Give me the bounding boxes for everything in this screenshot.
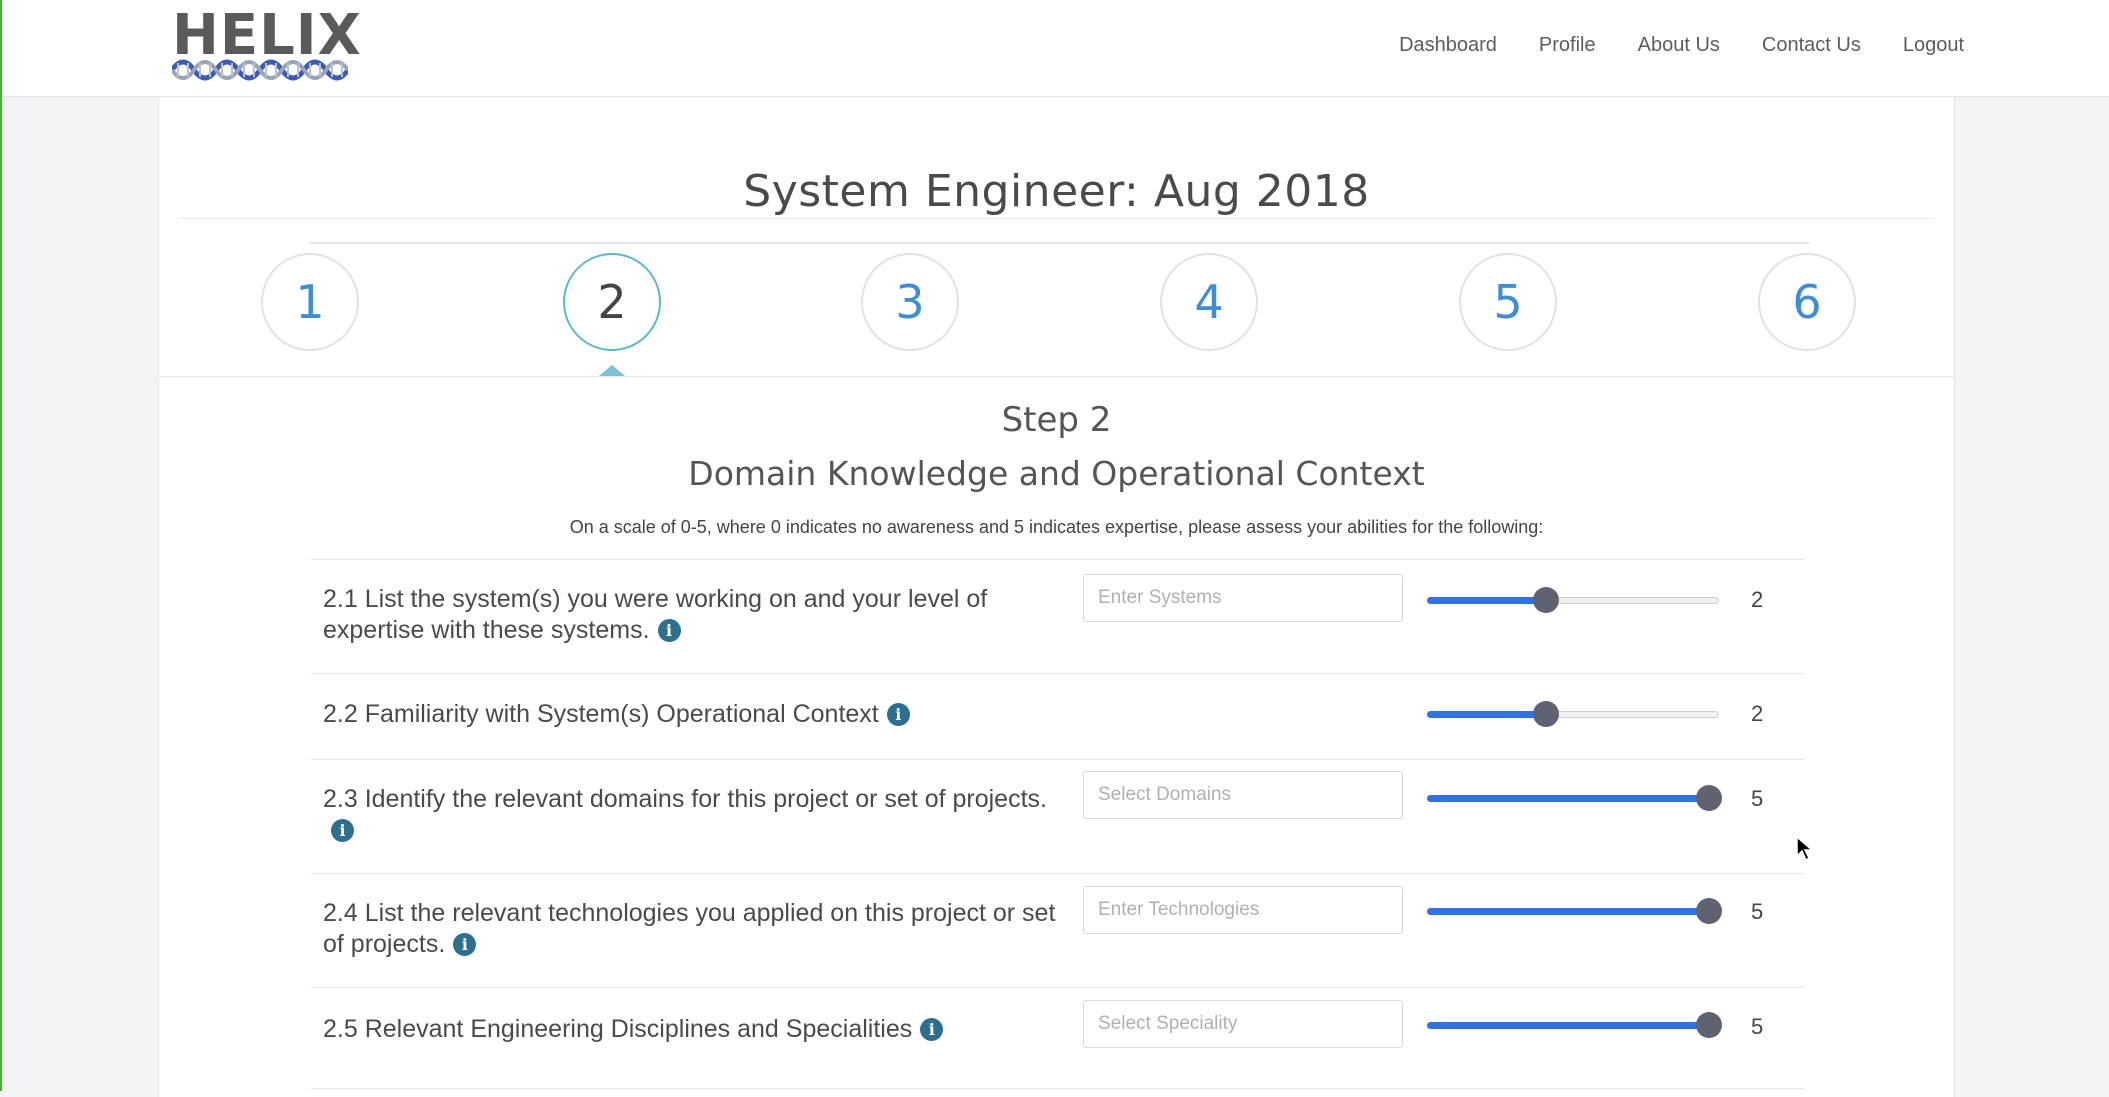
- systems-input[interactable]: [1083, 574, 1403, 622]
- question-text: 2.4 List the relevant technologies you a…: [323, 898, 1063, 960]
- active-step-indicator: [599, 365, 625, 376]
- nav-dashboard[interactable]: Dashboard: [1399, 34, 1497, 57]
- question-row: 2.1 List the system(s) you were working …: [311, 559, 1804, 673]
- question-label: 2.5 Relevant Engineering Disciplines and…: [323, 1015, 913, 1043]
- info-icon[interactable]: i: [886, 703, 910, 726]
- step-5-button[interactable]: 5: [1459, 253, 1557, 351]
- familiarity-slider[interactable]: [1427, 699, 1719, 729]
- nav-logout[interactable]: Logout: [1903, 34, 1964, 57]
- step-instructions: On a scale of 0-5, where 0 indicates no …: [569, 517, 1544, 537]
- nav-about-us[interactable]: About Us: [1638, 34, 1720, 57]
- step-3-button[interactable]: 3: [861, 253, 959, 351]
- speciality-slider[interactable]: [1427, 1010, 1722, 1040]
- slider-fill: [1427, 711, 1546, 718]
- slider-handle[interactable]: [1532, 587, 1559, 613]
- dna-helix-icon: [172, 59, 348, 81]
- slider-fill: [1427, 597, 1546, 604]
- technologies-slider[interactable]: [1427, 896, 1722, 926]
- nav-contact-us[interactable]: Contact Us: [1762, 34, 1861, 57]
- slider-handle[interactable]: [1532, 701, 1559, 727]
- question-row: 2.3 Identify the relevant domains for th…: [311, 759, 1804, 873]
- step-2-button[interactable]: 2: [563, 253, 661, 351]
- speciality-select[interactable]: [1083, 1000, 1403, 1048]
- slider-value: 2: [1751, 701, 1764, 726]
- page-title: System Engineer: Aug 2018: [743, 166, 1370, 218]
- helix-logo[interactable]: HELIX: [172, 8, 361, 88]
- step-6-button[interactable]: 6: [1758, 253, 1856, 351]
- question-text: 2.3 Identify the relevant domains for th…: [323, 784, 1063, 846]
- stepper-connector: [309, 242, 1809, 244]
- slider-value: 5: [1751, 1014, 1764, 1039]
- slider-fill: [1427, 908, 1709, 915]
- slider-fill: [1427, 1022, 1709, 1029]
- expertise-slider[interactable]: [1427, 585, 1719, 615]
- domains-select[interactable]: [1083, 771, 1403, 819]
- slider-value: 5: [1751, 899, 1764, 924]
- domains-slider[interactable]: [1427, 783, 1722, 813]
- question-row: 2.5 Relevant Engineering Disciplines and…: [311, 987, 1804, 1089]
- divider: [159, 376, 1954, 377]
- info-icon[interactable]: i: [453, 933, 477, 956]
- slider-fill: [1427, 795, 1709, 802]
- main-nav: Dashboard Profile About Us Contact Us Lo…: [1399, 34, 1964, 57]
- slider-value: 2: [1751, 587, 1764, 612]
- info-icon[interactable]: i: [331, 819, 354, 842]
- step-subtitle: Domain Knowledge and Operational Context: [688, 454, 1425, 493]
- question-row: 2.4 List the relevant technologies you a…: [311, 873, 1804, 987]
- slider-handle[interactable]: [1696, 785, 1722, 811]
- top-navbar: HELIX Dashboard Profile About Us Contact…: [2, 0, 2109, 97]
- question-label: 2.2 Familiarity with System(s) Operation…: [323, 700, 879, 728]
- slider-value: 5: [1751, 786, 1764, 811]
- slider-handle[interactable]: [1696, 1012, 1722, 1038]
- question-text: 2.2 Familiarity with System(s) Operation…: [323, 699, 1063, 730]
- question-label: 2.4 List the relevant technologies you a…: [323, 899, 1056, 958]
- divider: [179, 218, 1934, 219]
- question-row: 2.2 Familiarity with System(s) Operation…: [311, 673, 1804, 759]
- technologies-input[interactable]: [1083, 886, 1403, 934]
- nav-profile[interactable]: Profile: [1539, 34, 1596, 57]
- step-4-button[interactable]: 4: [1160, 253, 1258, 351]
- slider-handle[interactable]: [1696, 898, 1722, 924]
- question-list: 2.1 List the system(s) you were working …: [311, 559, 1804, 1089]
- step-label: Step 2: [1001, 400, 1112, 440]
- mouse-cursor-icon: [1796, 836, 1814, 862]
- question-text: 2.5 Relevant Engineering Disciplines and…: [323, 1014, 1063, 1045]
- info-icon[interactable]: i: [657, 619, 681, 642]
- window-edge: [0, 0, 2, 1091]
- question-text: 2.1 List the system(s) you were working …: [323, 584, 1063, 646]
- question-label: 2.1 List the system(s) you were working …: [323, 585, 988, 644]
- step-1-button[interactable]: 1: [261, 253, 359, 351]
- info-icon[interactable]: i: [920, 1018, 944, 1041]
- question-label: 2.3 Identify the relevant domains for th…: [323, 785, 1047, 813]
- assessment-card: System Engineer: Aug 2018 1 2 3 4 5 6 St…: [158, 97, 1955, 1097]
